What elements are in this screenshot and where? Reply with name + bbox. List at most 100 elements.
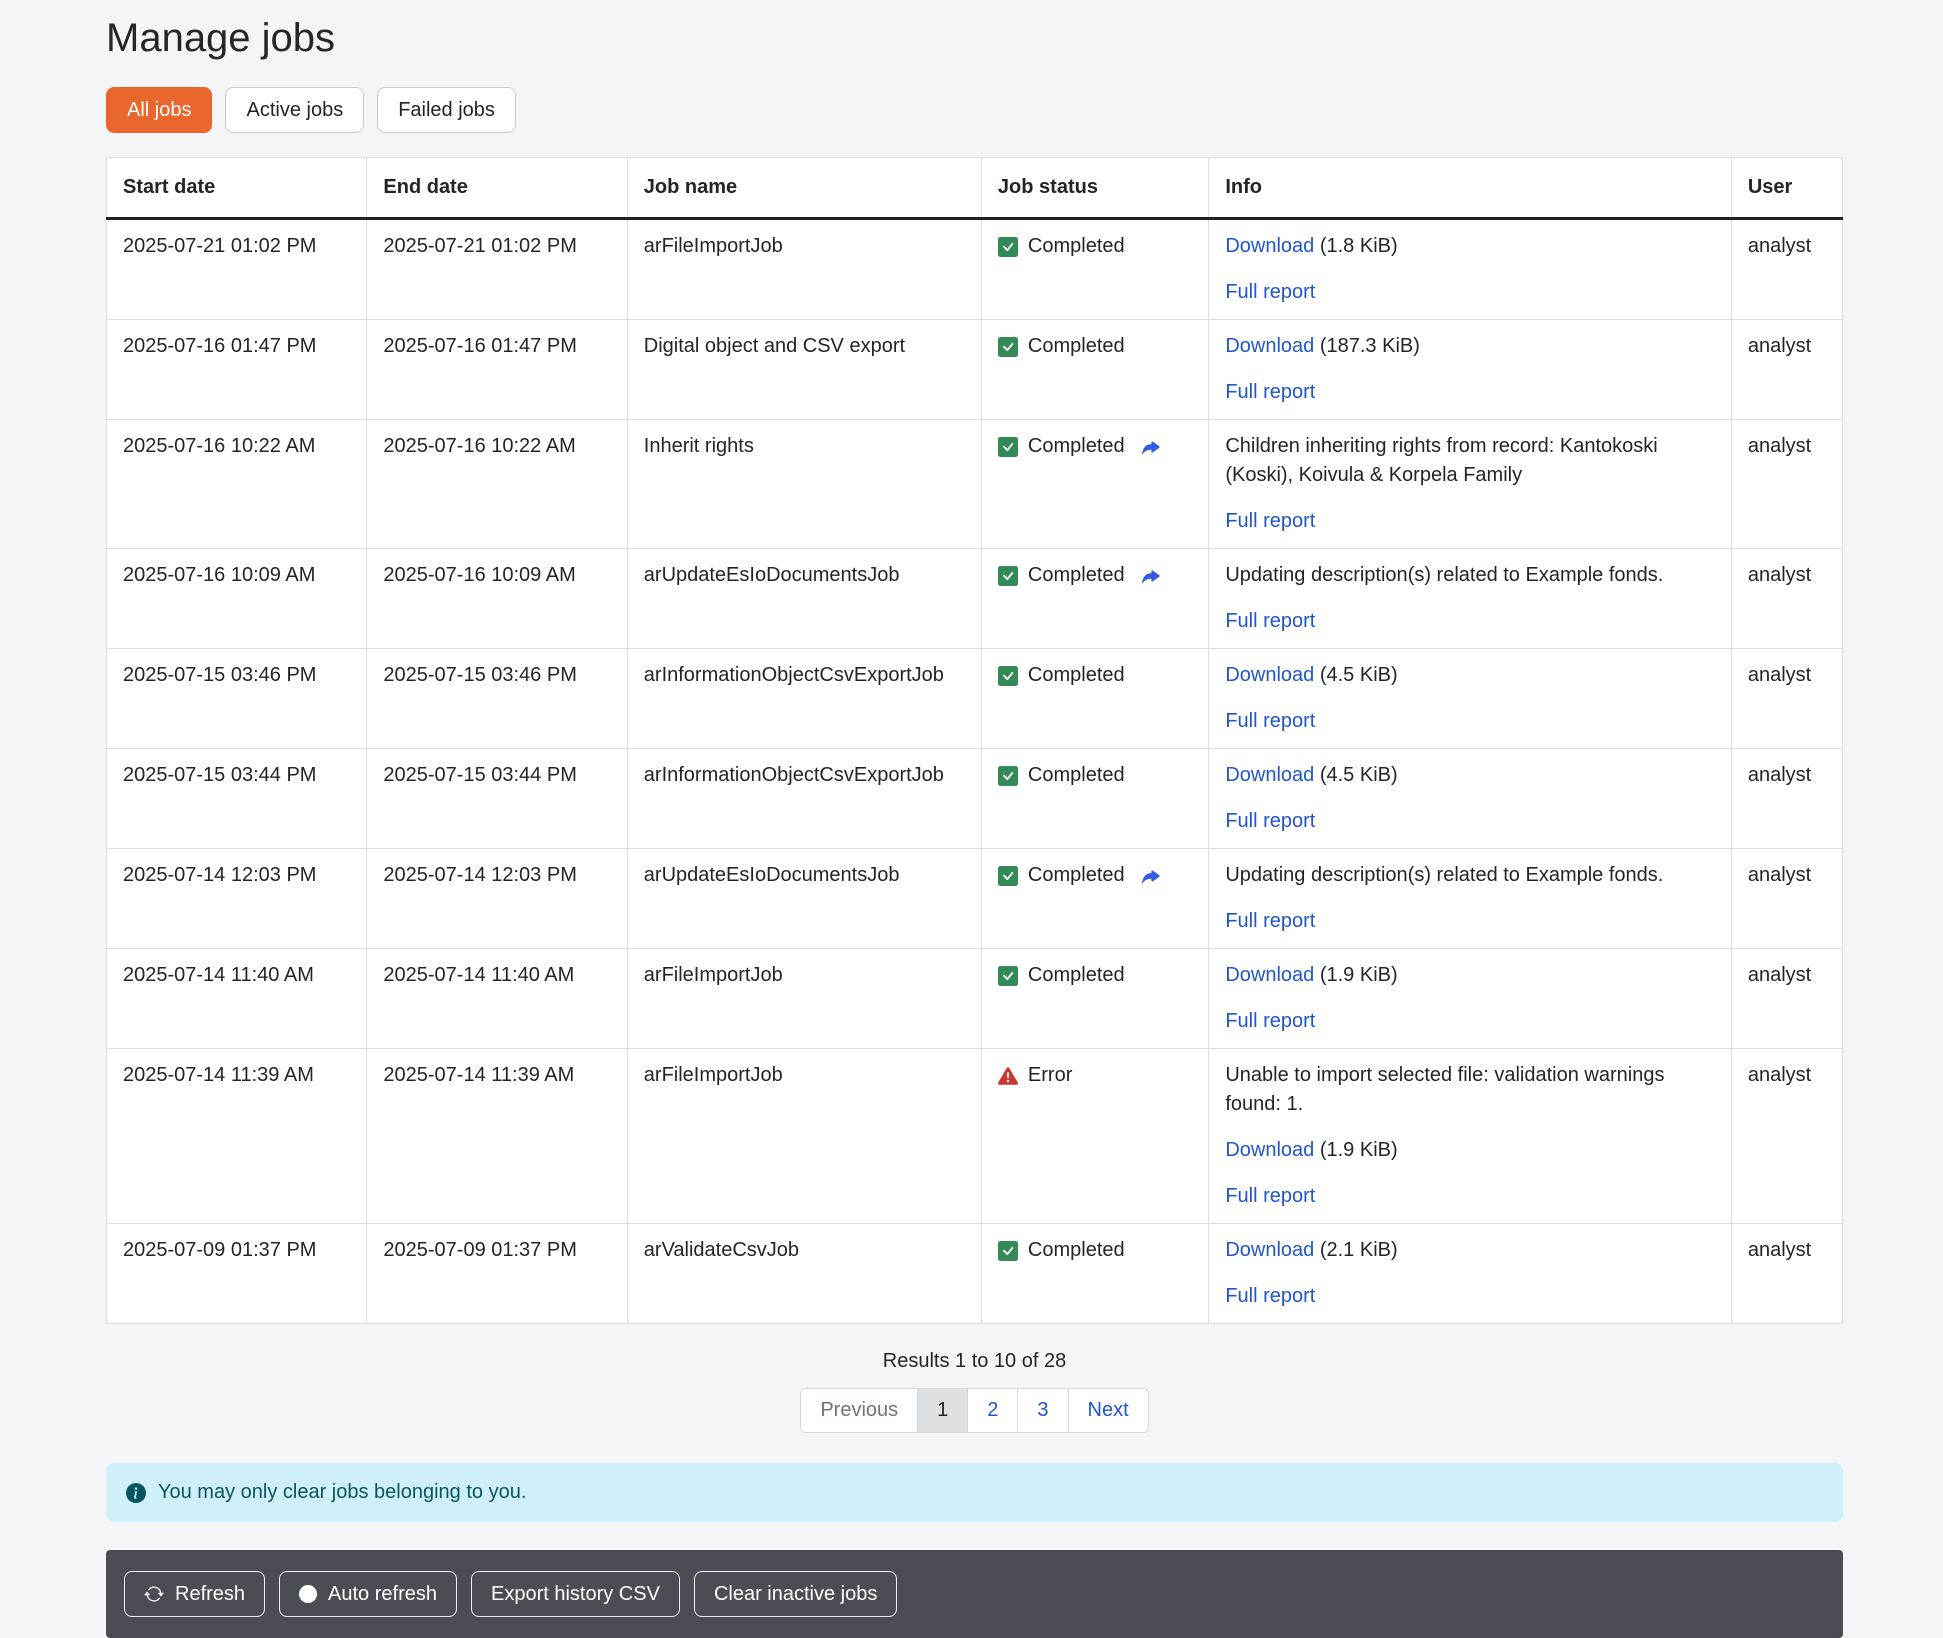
download-link[interactable]: Download xyxy=(1225,664,1314,686)
job-status-cell: Error xyxy=(981,1049,1208,1224)
full-report-link[interactable]: Full report xyxy=(1225,610,1315,632)
end-date-cell: 2025-07-14 12:03 PM xyxy=(367,849,627,949)
pagination-next[interactable]: Next xyxy=(1068,1389,1148,1432)
start-date-cell: 2025-07-15 03:44 PM xyxy=(107,749,367,849)
download-link[interactable]: Download xyxy=(1225,1239,1314,1261)
job-status-cell: Completed xyxy=(981,320,1208,420)
auto-refresh-button[interactable]: Auto refresh xyxy=(279,1571,457,1617)
download-link[interactable]: Download xyxy=(1225,235,1314,257)
table-row: 2025-07-16 10:09 AM 2025-07-16 10:09 AM … xyxy=(107,549,1843,649)
job-info-cell: Download (2.1 KiB) Full report xyxy=(1209,1224,1732,1324)
job-status-cell: Completed xyxy=(981,749,1208,849)
pagination-page-3[interactable]: 3 xyxy=(1017,1389,1067,1432)
end-date-cell: 2025-07-16 10:22 AM xyxy=(367,420,627,549)
download-size: (2.1 KiB) xyxy=(1314,1239,1397,1261)
job-name-cell: arUpdateEsIoDocumentsJob xyxy=(627,549,981,649)
error-warning-icon xyxy=(998,1066,1018,1086)
download-line: Download (187.3 KiB) xyxy=(1225,332,1715,361)
filter-failed-jobs-button[interactable]: Failed jobs xyxy=(377,87,516,133)
manage-jobs-page: Manage jobs All jobs Active jobs Failed … xyxy=(106,0,1843,1638)
job-status-label: Completed xyxy=(1028,861,1125,890)
full-report-line: Full report xyxy=(1225,1282,1715,1311)
user-cell: analyst xyxy=(1731,849,1842,949)
job-status-label: Completed xyxy=(1028,232,1125,261)
download-size: (187.3 KiB) xyxy=(1314,335,1420,357)
full-report-link[interactable]: Full report xyxy=(1225,1010,1315,1032)
refresh-button[interactable]: Refresh xyxy=(124,1571,265,1617)
job-name-cell: arFileImportJob xyxy=(627,219,981,320)
pagination-page-1[interactable]: 1 xyxy=(917,1389,967,1432)
full-report-link[interactable]: Full report xyxy=(1225,910,1315,932)
job-name-cell: arValidateCsvJob xyxy=(627,1224,981,1324)
completed-check-icon xyxy=(998,1241,1018,1261)
end-date-cell: 2025-07-16 10:09 AM xyxy=(367,549,627,649)
export-history-csv-button[interactable]: Export history CSV xyxy=(471,1571,680,1617)
full-report-link[interactable]: Full report xyxy=(1225,281,1315,303)
end-date-cell: 2025-07-15 03:44 PM xyxy=(367,749,627,849)
full-report-link[interactable]: Full report xyxy=(1225,710,1315,732)
clear-inactive-jobs-button[interactable]: Clear inactive jobs xyxy=(694,1571,897,1617)
job-name-cell: arFileImportJob xyxy=(627,1049,981,1224)
info-text-line: Updating description(s) related to Examp… xyxy=(1225,861,1715,890)
full-report-line: Full report xyxy=(1225,807,1715,836)
start-date-cell: 2025-07-21 01:02 PM xyxy=(107,219,367,320)
full-report-link[interactable]: Full report xyxy=(1225,1285,1315,1307)
full-report-link[interactable]: Full report xyxy=(1225,810,1315,832)
auto-refresh-button-label: Auto refresh xyxy=(328,1581,437,1607)
pagination-page-2[interactable]: 2 xyxy=(967,1389,1017,1432)
pagination-previous[interactable]: Previous xyxy=(801,1389,917,1432)
header-info: Info xyxy=(1209,158,1732,219)
user-cell: analyst xyxy=(1731,649,1842,749)
download-link[interactable]: Download xyxy=(1225,964,1314,986)
share-arrow-icon xyxy=(1139,865,1161,887)
job-name-cell: Digital object and CSV export xyxy=(627,320,981,420)
info-alert-text: You may only clear jobs belonging to you… xyxy=(158,1481,526,1504)
job-status-label: Completed xyxy=(1028,661,1125,690)
auto-refresh-indicator-icon xyxy=(299,1585,317,1603)
clear-inactive-jobs-label: Clear inactive jobs xyxy=(714,1581,877,1607)
download-link[interactable]: Download xyxy=(1225,335,1314,357)
job-info-cell: Download (4.5 KiB) Full report xyxy=(1209,649,1732,749)
job-info-cell: Download (1.9 KiB) Full report xyxy=(1209,949,1732,1049)
completed-check-icon xyxy=(998,666,1018,686)
user-cell: analyst xyxy=(1731,320,1842,420)
end-date-cell: 2025-07-15 03:46 PM xyxy=(367,649,627,749)
pagination: Previous 1 2 3 Next xyxy=(800,1388,1148,1433)
download-line: Download (2.1 KiB) xyxy=(1225,1236,1715,1265)
job-name-cell: arUpdateEsIoDocumentsJob xyxy=(627,849,981,949)
full-report-link[interactable]: Full report xyxy=(1225,1185,1315,1207)
download-size: (1.9 KiB) xyxy=(1314,964,1397,986)
job-info-cell: Updating description(s) related to Examp… xyxy=(1209,549,1732,649)
full-report-link[interactable]: Full report xyxy=(1225,510,1315,532)
info-alert: You may only clear jobs belonging to you… xyxy=(106,1463,1843,1522)
start-date-cell: 2025-07-09 01:37 PM xyxy=(107,1224,367,1324)
jobs-table-header: Start date End date Job name Job status … xyxy=(107,158,1843,219)
job-info-cell: Download (187.3 KiB) Full report xyxy=(1209,320,1732,420)
job-info-cell: Updating description(s) related to Examp… xyxy=(1209,849,1732,949)
page-title: Manage jobs xyxy=(106,16,1843,61)
job-status-label: Error xyxy=(1028,1061,1072,1090)
job-status-cell: Completed xyxy=(981,849,1208,949)
filter-all-jobs-button[interactable]: All jobs xyxy=(106,87,212,133)
job-status-label: Completed xyxy=(1028,961,1125,990)
completed-check-icon xyxy=(998,966,1018,986)
completed-check-icon xyxy=(998,566,1018,586)
download-link[interactable]: Download xyxy=(1225,1139,1314,1161)
job-status-cell: Completed xyxy=(981,1224,1208,1324)
job-name-cell: Inherit rights xyxy=(627,420,981,549)
table-row: 2025-07-21 01:02 PM 2025-07-21 01:02 PM … xyxy=(107,219,1843,320)
full-report-line: Full report xyxy=(1225,378,1715,407)
table-row: 2025-07-16 01:47 PM 2025-07-16 01:47 PM … xyxy=(107,320,1843,420)
share-arrow-icon xyxy=(1139,436,1161,458)
completed-check-icon xyxy=(998,337,1018,357)
header-start-date: Start date xyxy=(107,158,367,219)
full-report-link[interactable]: Full report xyxy=(1225,381,1315,403)
filter-active-jobs-button[interactable]: Active jobs xyxy=(225,87,364,133)
download-link[interactable]: Download xyxy=(1225,764,1314,786)
start-date-cell: 2025-07-14 11:40 AM xyxy=(107,949,367,1049)
export-history-csv-label: Export history CSV xyxy=(491,1581,660,1607)
header-end-date: End date xyxy=(367,158,627,219)
full-report-line: Full report xyxy=(1225,607,1715,636)
job-status-cell: Completed xyxy=(981,549,1208,649)
full-report-line: Full report xyxy=(1225,278,1715,307)
